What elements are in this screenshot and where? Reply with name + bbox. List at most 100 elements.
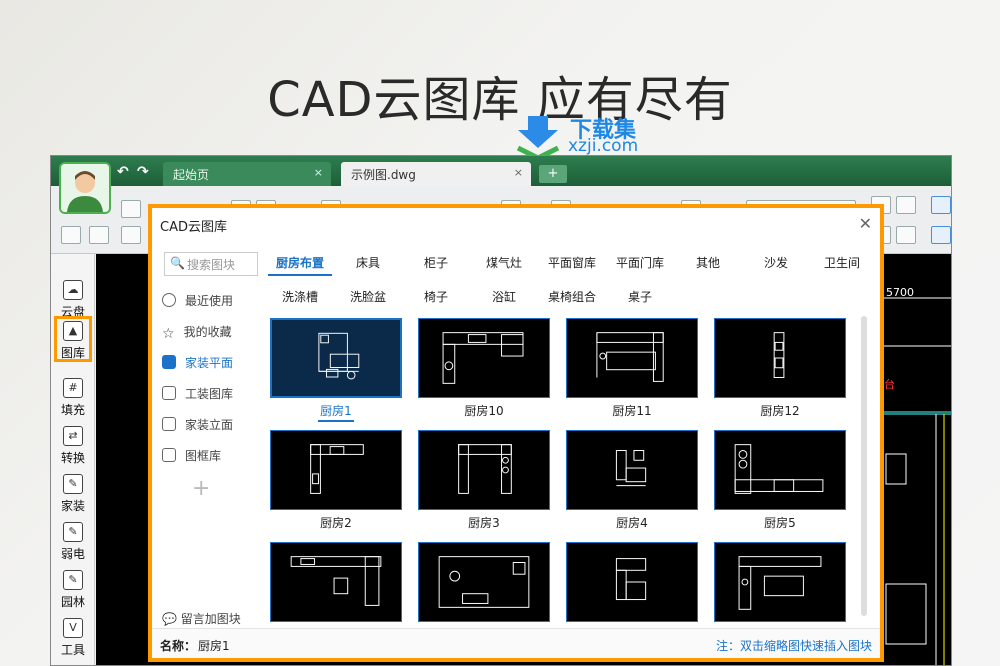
toolbar-hatch[interactable]: # 填充 bbox=[54, 376, 92, 422]
block-caption: 厨房1 bbox=[270, 402, 402, 422]
category-tab[interactable]: 桌椅组合 bbox=[542, 288, 602, 305]
toolbar-label: 转换 bbox=[60, 451, 85, 465]
sidebar-item-label: 图框库 bbox=[185, 449, 222, 463]
clock-icon bbox=[162, 293, 176, 307]
category-tab[interactable]: 卫生间 bbox=[814, 254, 870, 271]
category-tab[interactable]: 沙发 bbox=[748, 254, 804, 271]
block-thumbnail[interactable] bbox=[714, 430, 846, 510]
block-thumbnail[interactable] bbox=[566, 542, 698, 622]
toolbar-tools[interactable]: V 工具 bbox=[54, 616, 92, 662]
block-thumbnail[interactable] bbox=[418, 542, 550, 622]
close-icon[interactable]: ✕ bbox=[859, 214, 872, 233]
block-thumbnail[interactable] bbox=[270, 542, 402, 622]
block-caption-text: 厨房1 bbox=[318, 404, 354, 422]
image-icon bbox=[162, 448, 176, 462]
block-caption: 厨房2 bbox=[320, 516, 352, 530]
tab-bar: ↶ ↷ 起始页 × 示例图.dwg × + bbox=[51, 156, 951, 186]
block-thumbnail[interactable] bbox=[566, 318, 698, 398]
sidebar-item-recent[interactable]: 最近使用 bbox=[162, 292, 262, 312]
search-placeholder: 搜索图块 bbox=[187, 258, 236, 272]
category-tab[interactable]: 煤气灶 bbox=[476, 254, 532, 271]
category-tab[interactable]: 桌子 bbox=[610, 288, 670, 305]
undo-icon[interactable] bbox=[61, 226, 81, 244]
name-label: 名称： bbox=[160, 639, 197, 653]
block-thumbnail[interactable] bbox=[270, 318, 402, 398]
avatar[interactable] bbox=[59, 162, 111, 214]
category-tab[interactable]: 洗涤槽 bbox=[272, 288, 328, 305]
block-caption: 厨房12 bbox=[760, 404, 800, 418]
sidebar-item-favorites[interactable]: ☆ 我的收藏 bbox=[162, 323, 262, 343]
sidebar-item-home-elevation[interactable]: 家装立面 bbox=[162, 416, 262, 436]
headline: CAD云图库 应有尽有 bbox=[267, 72, 733, 128]
brush-icon[interactable] bbox=[896, 226, 916, 244]
tab-start-page[interactable]: 起始页 × bbox=[163, 162, 331, 186]
block-thumbnail[interactable] bbox=[714, 318, 846, 398]
kitchen-plan-preview bbox=[318, 332, 360, 380]
category-tab[interactable]: 床具 bbox=[340, 254, 396, 271]
close-icon[interactable]: × bbox=[314, 166, 323, 179]
new-icon[interactable] bbox=[89, 226, 109, 244]
sidebar-item-commercial[interactable]: 工装图库 bbox=[162, 385, 262, 405]
home-icon: ✎ bbox=[63, 474, 83, 494]
toolbar-convert[interactable]: ⇄ 转换 bbox=[54, 424, 92, 470]
toolbar-weak-current[interactable]: ✎ 弱电 bbox=[54, 520, 92, 566]
add-category-button[interactable]: + bbox=[192, 476, 210, 501]
watermark-url: xzji.com bbox=[568, 136, 639, 156]
block-caption: 厨房11 bbox=[612, 404, 652, 418]
window-icon[interactable] bbox=[931, 226, 951, 244]
kitchen-plan-preview bbox=[458, 444, 512, 494]
toolbar-label: 园林 bbox=[60, 595, 85, 609]
scrollbar[interactable] bbox=[861, 316, 867, 616]
tab-label: 起始页 bbox=[173, 168, 210, 182]
print-icon[interactable] bbox=[121, 226, 141, 244]
forward-button[interactable]: ↷ bbox=[137, 164, 149, 180]
left-toolbar: ☁ 云盘 ▲ 图库 # 填充 ⇄ 转换 ✎ 家装 ✎ 弱电 ✎ 园林 V 工具 bbox=[51, 254, 95, 665]
new-tab-button[interactable]: + bbox=[539, 165, 567, 183]
category-tab[interactable]: 其他 bbox=[680, 254, 736, 271]
convert-icon: ⇄ bbox=[63, 426, 83, 446]
kitchen-plan-preview bbox=[438, 556, 530, 608]
sidebar-item-label: 家装立面 bbox=[185, 418, 234, 432]
sidebar-item-label: 最近使用 bbox=[185, 294, 234, 308]
block-caption: 厨房10 bbox=[464, 404, 504, 418]
block-thumbnail[interactable] bbox=[418, 430, 550, 510]
sidebar-item-home-plan[interactable]: 家装平面 bbox=[162, 354, 262, 374]
toolbar-label: 弱电 bbox=[60, 547, 85, 561]
block-thumbnail[interactable] bbox=[270, 430, 402, 510]
search-input[interactable]: 🔍 搜索图块 bbox=[164, 252, 258, 276]
kitchen-plan-preview bbox=[310, 444, 364, 494]
download-arrow-icon bbox=[516, 116, 560, 160]
message-label: 留言加图块 bbox=[180, 612, 241, 626]
cut-icon[interactable] bbox=[896, 196, 916, 214]
sidebar-item-label: 工装图库 bbox=[185, 387, 234, 401]
toolbar-label: 图库 bbox=[60, 346, 85, 360]
kitchen-plan-preview bbox=[290, 556, 382, 606]
insert-tip: 注：双击缩略图快速插入图块 bbox=[715, 639, 872, 653]
category-tab[interactable]: 厨房布置 bbox=[268, 254, 332, 276]
block-thumbnail[interactable] bbox=[418, 318, 550, 398]
kitchen-plan-preview bbox=[738, 556, 822, 610]
block-thumbnail[interactable] bbox=[714, 542, 846, 622]
toolbar-label: 工具 bbox=[60, 643, 85, 657]
category-tab[interactable]: 浴缸 bbox=[476, 288, 532, 305]
category-tab[interactable]: 平面窗库 bbox=[542, 254, 602, 271]
category-tab[interactable]: 平面门库 bbox=[610, 254, 670, 271]
sidebar-item-label: 家装平面 bbox=[185, 356, 234, 370]
tab-example-dwg[interactable]: 示例图.dwg × bbox=[341, 162, 531, 186]
toolbar-home[interactable]: ✎ 家装 bbox=[54, 472, 92, 518]
cloud-gallery-dialog: CAD云图库 ✕ 🔍 搜索图块 最近使用 ☆ 我的收藏 家装平面 工装图库 家装立… bbox=[148, 204, 884, 662]
toolbar-garden[interactable]: ✎ 园林 bbox=[54, 568, 92, 614]
move-icon[interactable] bbox=[931, 196, 951, 214]
toolbar-gallery[interactable]: ▲ 图库 bbox=[54, 316, 92, 362]
category-tab[interactable]: 洗脸盆 bbox=[340, 288, 396, 305]
block-thumbnail[interactable] bbox=[566, 430, 698, 510]
back-button[interactable]: ↶ bbox=[117, 164, 129, 180]
sidebar-item-frame-library[interactable]: 图框库 bbox=[162, 447, 262, 467]
toolbar-label: 填充 bbox=[60, 403, 85, 417]
close-icon[interactable]: × bbox=[514, 166, 523, 179]
toolbar-label: 家装 bbox=[60, 499, 85, 513]
category-tab[interactable]: 柜子 bbox=[408, 254, 464, 271]
leave-message-button[interactable]: 💬 留言加图块 bbox=[162, 610, 241, 627]
category-tab[interactable]: 椅子 bbox=[408, 288, 464, 305]
open-file-icon[interactable] bbox=[121, 200, 141, 218]
